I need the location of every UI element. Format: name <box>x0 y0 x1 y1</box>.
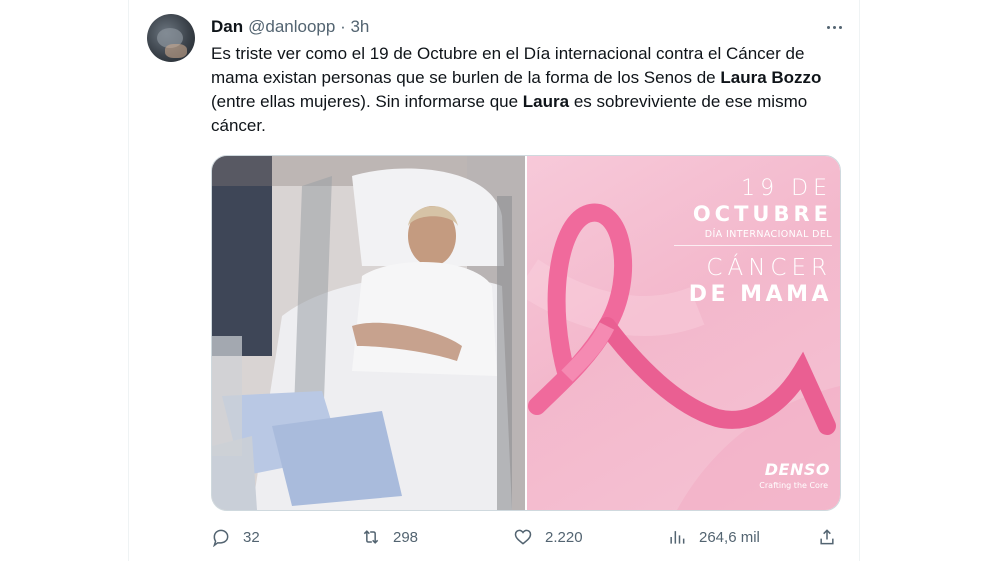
poster-line-cancer: CÁNCER <box>706 255 832 281</box>
poster-line-month: OCTUBRE <box>692 202 832 226</box>
avatar[interactable] <box>147 14 195 62</box>
more-icon[interactable] <box>821 16 847 38</box>
share-button[interactable] <box>817 524 837 550</box>
tweet-text: Es triste ver como el 19 de Octubre en e… <box>211 42 851 138</box>
tweet-actions: 32 298 2.220 264,6 mil <box>211 524 851 550</box>
tweet[interactable]: Dan @danloopp · 3h Es triste ver como el… <box>147 12 847 557</box>
views-button[interactable]: 264,6 mil <box>667 524 760 550</box>
reply-icon <box>213 529 229 547</box>
timeline-border-left <box>128 0 129 561</box>
poster-line-mama: DE MAMA <box>688 282 832 307</box>
poster-separator <box>674 245 832 246</box>
views-count: 264,6 mil <box>699 528 760 546</box>
like-icon <box>514 529 532 545</box>
timeline-border-right <box>859 0 860 561</box>
tweet-text-bold-name: Laura Bozzo <box>720 68 822 87</box>
awareness-poster[interactable]: 19 DE OCTUBRE DÍA INTERNACIONAL DEL CÁNC… <box>527 156 840 510</box>
retweet-icon <box>363 530 379 544</box>
like-button[interactable]: 2.220 <box>513 524 583 550</box>
brand-logo: DENSO <box>764 460 830 479</box>
poster-line-date: 19 DE <box>741 176 832 201</box>
brand-tagline: Crafting the Core <box>759 481 828 490</box>
share-icon <box>820 529 834 545</box>
like-count: 2.220 <box>545 528 583 546</box>
tweet-text-segment: Es triste ver como el 19 de Octubre en e… <box>211 44 805 87</box>
hospital-photo[interactable] <box>212 156 525 510</box>
tweet-header: Dan @danloopp · 3h <box>211 16 369 38</box>
tweet-text-segment: (entre ellas mujeres). Sin informarse qu… <box>211 92 523 111</box>
poster-line-subtitle: DÍA INTERNACIONAL DEL <box>704 229 832 240</box>
author-name[interactable]: Dan <box>211 17 243 37</box>
retweet-button[interactable]: 298 <box>361 524 418 550</box>
reply-button[interactable]: 32 <box>211 524 260 550</box>
tweet-text-bold-name: Laura <box>522 92 570 111</box>
reply-count: 32 <box>243 528 260 546</box>
retweet-count: 298 <box>393 528 419 546</box>
author-handle-time[interactable]: @danloopp · 3h <box>248 17 369 37</box>
tweet-media[interactable]: 19 DE OCTUBRE DÍA INTERNACIONAL DEL CÁNC… <box>211 155 841 511</box>
views-icon <box>670 531 685 544</box>
